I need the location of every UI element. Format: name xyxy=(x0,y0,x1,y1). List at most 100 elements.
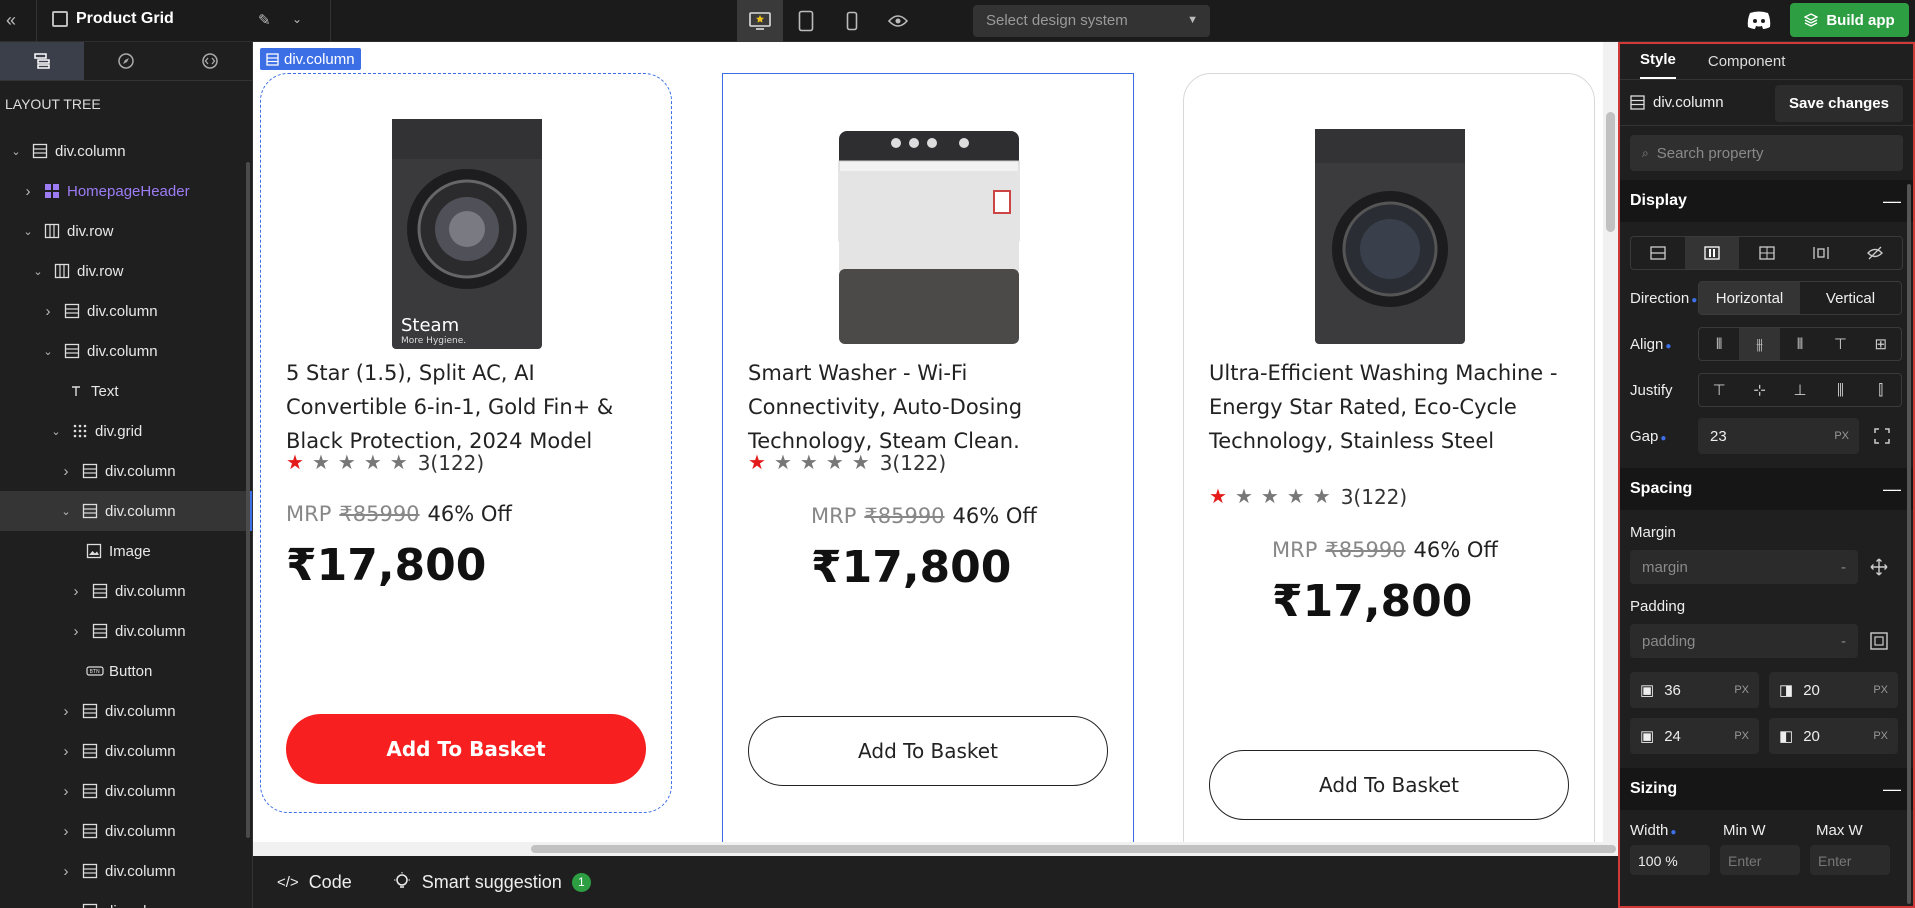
collapse-icon[interactable]: — xyxy=(1883,479,1901,500)
margin-input[interactable]: margin - xyxy=(1630,550,1858,584)
min-width-input[interactable]: Enter xyxy=(1720,845,1800,875)
edit-icon[interactable]: ✎ xyxy=(258,11,271,29)
justify-start-icon[interactable]: ⊤ xyxy=(1699,374,1739,406)
smart-suggestion-button[interactable]: Smart suggestion 1 xyxy=(392,872,591,893)
padding-top-input[interactable]: ▣ 36 PX xyxy=(1630,672,1759,708)
max-width-input[interactable]: Enter xyxy=(1810,845,1890,875)
padding-left-input[interactable]: ◧ 20 PX xyxy=(1769,718,1898,754)
tab-code[interactable] xyxy=(168,42,252,80)
tree-node[interactable]: ⌄ div.row xyxy=(0,251,252,291)
padding-box-icon[interactable] xyxy=(1870,632,1888,650)
chevron-right-icon[interactable]: › xyxy=(70,583,82,600)
tree-node[interactable]: ⌄ div.row xyxy=(0,211,252,251)
tree-node[interactable]: › div.column xyxy=(0,811,252,851)
build-app-button[interactable]: Build app xyxy=(1790,3,1909,37)
tree-node[interactable]: ⌄ div.column xyxy=(0,331,252,371)
chevron-right-icon[interactable]: › xyxy=(70,623,82,640)
scrollbar-thumb[interactable] xyxy=(531,845,1616,853)
chevron-right-icon[interactable]: › xyxy=(60,823,72,840)
design-system-select[interactable]: Select design system ▼ xyxy=(973,5,1210,37)
tree-node[interactable]: Image xyxy=(0,531,252,571)
move-icon[interactable] xyxy=(1870,558,1888,576)
tab-component[interactable]: Component xyxy=(1708,53,1786,79)
display-block-button[interactable] xyxy=(1631,237,1685,269)
tree-node[interactable]: › div.column xyxy=(0,851,252,891)
chevron-down-icon[interactable]: ⌄ xyxy=(32,265,44,278)
padding-right-input[interactable]: ◨ 20 PX xyxy=(1769,672,1898,708)
desktop-view-button[interactable] xyxy=(737,0,783,42)
gap-input[interactable]: 23 PX xyxy=(1698,418,1859,454)
tree-node[interactable]: › div.column xyxy=(0,571,252,611)
tree-node[interactable]: Text xyxy=(0,371,252,411)
justify-between-icon[interactable]: ⫼ xyxy=(1820,374,1860,406)
display-inline-button[interactable] xyxy=(1794,237,1848,269)
collapse-icon[interactable]: — xyxy=(1883,191,1901,212)
chevron-down-icon[interactable]: ⌄ xyxy=(42,345,54,358)
align-stretch-icon[interactable]: ⊤ xyxy=(1820,328,1860,360)
product-card[interactable]: Steam More Hygiene. 5 Star (1.5), Split … xyxy=(260,73,672,813)
tree-node[interactable]: › div.column xyxy=(0,451,252,491)
padding-bottom-input[interactable]: ▣ 24 PX xyxy=(1630,718,1759,754)
chevron-right-icon[interactable]: › xyxy=(60,743,72,760)
tree-node[interactable]: › div.column xyxy=(0,731,252,771)
chevron-right-icon[interactable]: › xyxy=(60,863,72,880)
add-to-basket-button[interactable]: Add To Basket xyxy=(1209,750,1569,820)
align-start-icon[interactable]: ⫴ xyxy=(1699,328,1739,360)
tab-layers[interactable] xyxy=(0,42,84,80)
tree-node[interactable]: › div.column xyxy=(0,691,252,731)
add-to-basket-button[interactable]: Add To Basket xyxy=(748,716,1108,786)
left-scrollbar[interactable] xyxy=(246,162,250,838)
direction-vertical-button[interactable]: Vertical xyxy=(1800,282,1901,314)
display-grid-button[interactable] xyxy=(1739,237,1793,269)
tree-node[interactable]: BTN Button xyxy=(0,651,252,691)
scrollbar-thumb[interactable] xyxy=(1606,112,1615,232)
chevron-right-icon[interactable]: › xyxy=(42,303,54,320)
chevron-down-icon[interactable]: ⌄ xyxy=(10,145,22,158)
chevron-right-icon[interactable]: › xyxy=(60,463,72,480)
chevron-right-icon[interactable]: › xyxy=(60,903,72,908)
chevron-down-icon[interactable]: ⌄ xyxy=(22,225,34,238)
chevron-down-icon[interactable]: ⌄ xyxy=(60,505,72,518)
chevron-down-icon[interactable]: ⌄ xyxy=(292,12,302,26)
direction-horizontal-button[interactable]: Horizontal xyxy=(1699,282,1800,314)
collapse-sidebar-icon[interactable]: « xyxy=(6,10,30,32)
display-flex-button[interactable] xyxy=(1685,237,1740,269)
canvas-vertical-scrollbar[interactable] xyxy=(1603,42,1618,842)
chevron-right-icon[interactable]: › xyxy=(60,703,72,720)
chevron-right-icon[interactable]: › xyxy=(60,783,72,800)
display-section-header[interactable]: Display — xyxy=(1620,180,1913,222)
design-canvas[interactable]: div.column Steam More Hygiene. 5 Star (1… xyxy=(253,42,1618,842)
canvas-horizontal-scrollbar[interactable] xyxy=(253,842,1618,856)
tree-node[interactable]: › div.column xyxy=(0,611,252,651)
tree-node[interactable]: › div.column xyxy=(0,291,252,331)
add-to-basket-button[interactable]: Add To Basket xyxy=(286,714,646,784)
align-baseline-icon[interactable]: ⊞ xyxy=(1861,328,1901,360)
tablet-view-button[interactable] xyxy=(783,0,829,42)
padding-input[interactable]: padding - xyxy=(1630,624,1858,658)
mobile-view-button[interactable] xyxy=(829,0,875,42)
align-center-icon[interactable]: ⫵ xyxy=(1739,328,1780,360)
justify-center-icon[interactable]: ⊹ xyxy=(1739,374,1779,406)
code-button[interactable]: </> Code xyxy=(277,872,352,893)
collapse-icon[interactable]: — xyxy=(1883,779,1901,800)
gap-expand-icon[interactable] xyxy=(1873,427,1891,445)
width-input[interactable]: 100 % xyxy=(1630,845,1710,875)
tree-node[interactable]: ⌄ div.column xyxy=(0,491,252,531)
chevron-right-icon[interactable]: › xyxy=(22,183,34,200)
search-property-input[interactable]: ⌕ Search property xyxy=(1630,135,1903,171)
display-none-button[interactable] xyxy=(1848,237,1902,269)
right-panel-scrollbar[interactable] xyxy=(1907,184,1911,904)
sizing-section-header[interactable]: Sizing — xyxy=(1620,768,1913,810)
tree-node[interactable]: › div.column xyxy=(0,891,252,908)
product-card[interactable]: Ultra-Efficient Washing Machine - Energy… xyxy=(1183,73,1595,842)
tree-node[interactable]: ⌄ div.grid xyxy=(0,411,252,451)
discord-icon[interactable] xyxy=(1746,10,1772,30)
preview-button[interactable] xyxy=(875,0,921,42)
spacing-section-header[interactable]: Spacing — xyxy=(1620,468,1913,510)
tree-node[interactable]: › HomepageHeader xyxy=(0,171,252,211)
product-card[interactable]: Smart Washer - Wi-Fi Connectivity, Auto-… xyxy=(722,73,1134,842)
justify-end-icon[interactable]: ⊥ xyxy=(1780,374,1820,406)
tree-node[interactable]: › div.column xyxy=(0,771,252,811)
chevron-down-icon[interactable]: ⌄ xyxy=(50,425,62,438)
justify-around-icon[interactable]: ⫿ xyxy=(1861,374,1901,406)
